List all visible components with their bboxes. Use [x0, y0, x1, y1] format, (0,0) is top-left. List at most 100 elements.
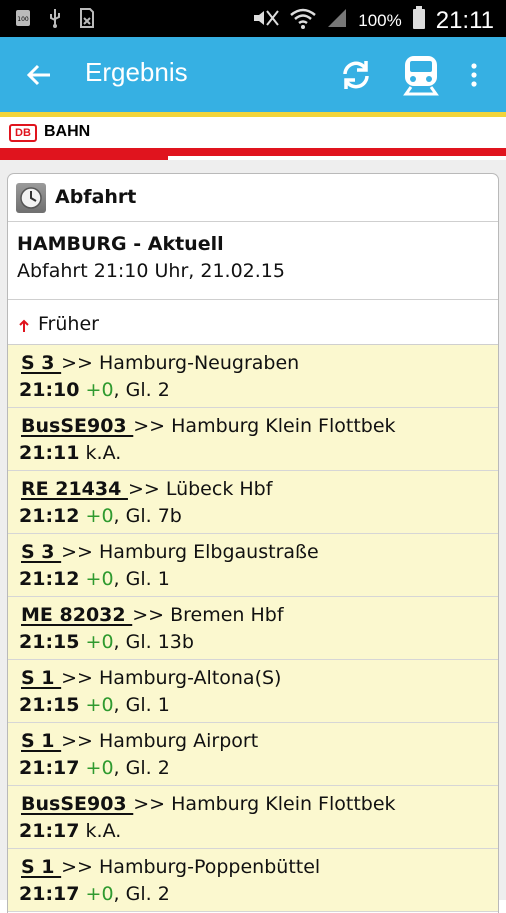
battery-percent: 100%: [358, 10, 402, 30]
departure-time: 21:15: [19, 631, 80, 653]
platform: k.A.: [79, 820, 122, 842]
earlier-button[interactable]: Früher: [8, 300, 498, 345]
mute-icon: [252, 8, 280, 33]
departure-row[interactable]: ME 82032 >> Bremen Hbf 21:15 +0, Gl. 13b: [8, 597, 498, 660]
train-link[interactable]: ME 82032: [21, 604, 132, 626]
wifi-icon: [290, 7, 317, 34]
status-bar: 100 100% 21:11: [0, 0, 506, 37]
earlier-label: Früher: [38, 313, 99, 335]
departure-list: S 3 >> Hamburg-Neugraben 21:10 +0, Gl. 2B…: [8, 345, 498, 912]
refresh-button[interactable]: [334, 51, 378, 99]
destination: >> Lübeck Hbf: [127, 478, 273, 500]
train-link[interactable]: S 1: [21, 730, 61, 752]
destination: >> Hamburg-Neugraben: [61, 352, 300, 374]
platform: , Gl. 2: [113, 379, 170, 401]
departure-row[interactable]: RE 21434 >> Lübeck Hbf 21:12 +0, Gl. 7b: [8, 471, 498, 534]
departure-line: S 1 >> Hamburg-Poppenbüttel: [21, 856, 320, 878]
departure-time: 21:15: [19, 694, 80, 716]
destination: >> Bremen Hbf: [132, 604, 284, 626]
delay: +0: [79, 883, 114, 905]
departure-row[interactable]: BusSE903 >> Hamburg Klein Flottbek 21:11 …: [8, 408, 498, 471]
departure-line: S 1 >> Hamburg-Altona(S): [21, 667, 281, 689]
destination: >> Hamburg Airport: [61, 730, 259, 752]
departure-details: 21:12 +0, Gl. 7b: [19, 505, 182, 527]
platform: , Gl. 7b: [113, 505, 182, 527]
svg-text:100: 100: [17, 16, 29, 23]
departure-line: S 1 >> Hamburg Airport: [21, 730, 258, 752]
destination: >> Hamburg-Poppenbüttel: [61, 856, 321, 878]
departure-row[interactable]: S 1 >> Hamburg-Altona(S) 21:15 +0, Gl. 1: [8, 660, 498, 723]
content-area: Abfahrt HAMBURG - Aktuell Abfahrt 21:10 …: [0, 160, 506, 913]
departure-details: 21:12 +0, Gl. 1: [19, 568, 170, 590]
status-bar-notifications: 100: [14, 8, 96, 28]
platform: , Gl. 2: [113, 883, 170, 905]
station-name: HAMBURG - Aktuell: [17, 233, 224, 255]
battery-icon: [412, 6, 426, 35]
departure-info: Abfahrt 21:10 Uhr, 21.02.15: [17, 260, 285, 282]
train-link[interactable]: S 3: [21, 541, 61, 563]
departure-time: 21:10: [19, 379, 80, 401]
back-button[interactable]: [18, 55, 60, 95]
train-link[interactable]: S 3: [21, 352, 61, 374]
delay: +0: [79, 631, 114, 653]
train-link[interactable]: RE 21434: [21, 478, 128, 500]
departure-line: RE 21434 >> Lübeck Hbf: [21, 478, 272, 500]
brand-bar: DB BAHN: [0, 117, 506, 148]
brand-name: BAHN: [44, 123, 91, 140]
destination: >> Hamburg Klein Flottbek: [133, 793, 396, 815]
departure-row[interactable]: S 3 >> Hamburg Elbgaustraße 21:12 +0, Gl.…: [8, 534, 498, 597]
departure-line: ME 82032 >> Bremen Hbf: [21, 604, 284, 626]
destination: >> Hamburg-Altona(S): [61, 667, 282, 689]
brand-stripe: [0, 148, 168, 160]
clock-icon: [16, 183, 46, 213]
app-bar: Ergebnis: [0, 37, 506, 112]
train-button[interactable]: [398, 51, 444, 99]
overflow-menu-button[interactable]: [462, 51, 486, 99]
departure-details: 21:11 k.A.: [19, 442, 121, 464]
departure-line: S 3 >> Hamburg Elbgaustraße: [21, 541, 319, 563]
signal-icon: [326, 7, 348, 34]
departure-row[interactable]: BusSE903 >> Hamburg Klein Flottbek 21:17 …: [8, 786, 498, 849]
departure-line: BusSE903 >> Hamburg Klein Flottbek: [21, 415, 396, 437]
departure-board: Abfahrt HAMBURG - Aktuell Abfahrt 21:10 …: [7, 173, 499, 913]
departure-details: 21:17 k.A.: [19, 820, 121, 842]
train-link[interactable]: BusSE903: [21, 415, 133, 437]
departure-row[interactable]: S 1 >> Hamburg-Poppenbüttel 21:17 +0, Gl.…: [8, 849, 498, 912]
platform: k.A.: [79, 442, 122, 464]
departure-time: 21:11: [19, 442, 80, 464]
delay: +0: [79, 694, 114, 716]
station-info: HAMBURG - Aktuell Abfahrt 21:10 Uhr, 21.…: [8, 222, 498, 300]
back-arrow-icon: [26, 64, 50, 86]
departure-time: 21:12: [19, 568, 80, 590]
platform: , Gl. 13b: [113, 631, 194, 653]
departure-details: 21:15 +0, Gl. 1: [19, 694, 170, 716]
train-link[interactable]: S 1: [21, 856, 61, 878]
arrow-up-icon: [19, 319, 29, 332]
delay: +0: [79, 757, 114, 779]
departure-time: 21:17: [19, 757, 80, 779]
train-link[interactable]: BusSE903: [21, 793, 133, 815]
board-header: Abfahrt: [8, 174, 498, 222]
destination: >> Hamburg Elbgaustraße: [61, 541, 319, 563]
departure-details: 21:17 +0, Gl. 2: [19, 883, 170, 905]
status-bar-system: 100% 21:11: [252, 6, 494, 35]
platform: , Gl. 2: [113, 757, 170, 779]
download-icon: [78, 8, 96, 28]
destination: >> Hamburg Klein Flottbek: [133, 415, 396, 437]
departure-row[interactable]: S 3 >> Hamburg-Neugraben 21:10 +0, Gl. 2: [8, 345, 498, 408]
platform: , Gl. 1: [113, 568, 170, 590]
delay: +0: [79, 379, 114, 401]
train-link[interactable]: S 1: [21, 667, 61, 689]
departure-time: 21:12: [19, 505, 80, 527]
brand-stripe-thin: [168, 148, 506, 156]
db-logo: DB: [9, 124, 37, 142]
page-title: Ergebnis: [85, 57, 188, 87]
departure-line: BusSE903 >> Hamburg Klein Flottbek: [21, 793, 396, 815]
refresh-icon: [343, 61, 369, 89]
train-icon: [403, 56, 439, 96]
departure-time: 21:17: [19, 883, 80, 905]
notification-100-icon: 100: [14, 8, 32, 28]
departure-details: 21:17 +0, Gl. 2: [19, 757, 170, 779]
departure-row[interactable]: S 1 >> Hamburg Airport 21:17 +0, Gl. 2: [8, 723, 498, 786]
usb-icon: [46, 8, 64, 28]
